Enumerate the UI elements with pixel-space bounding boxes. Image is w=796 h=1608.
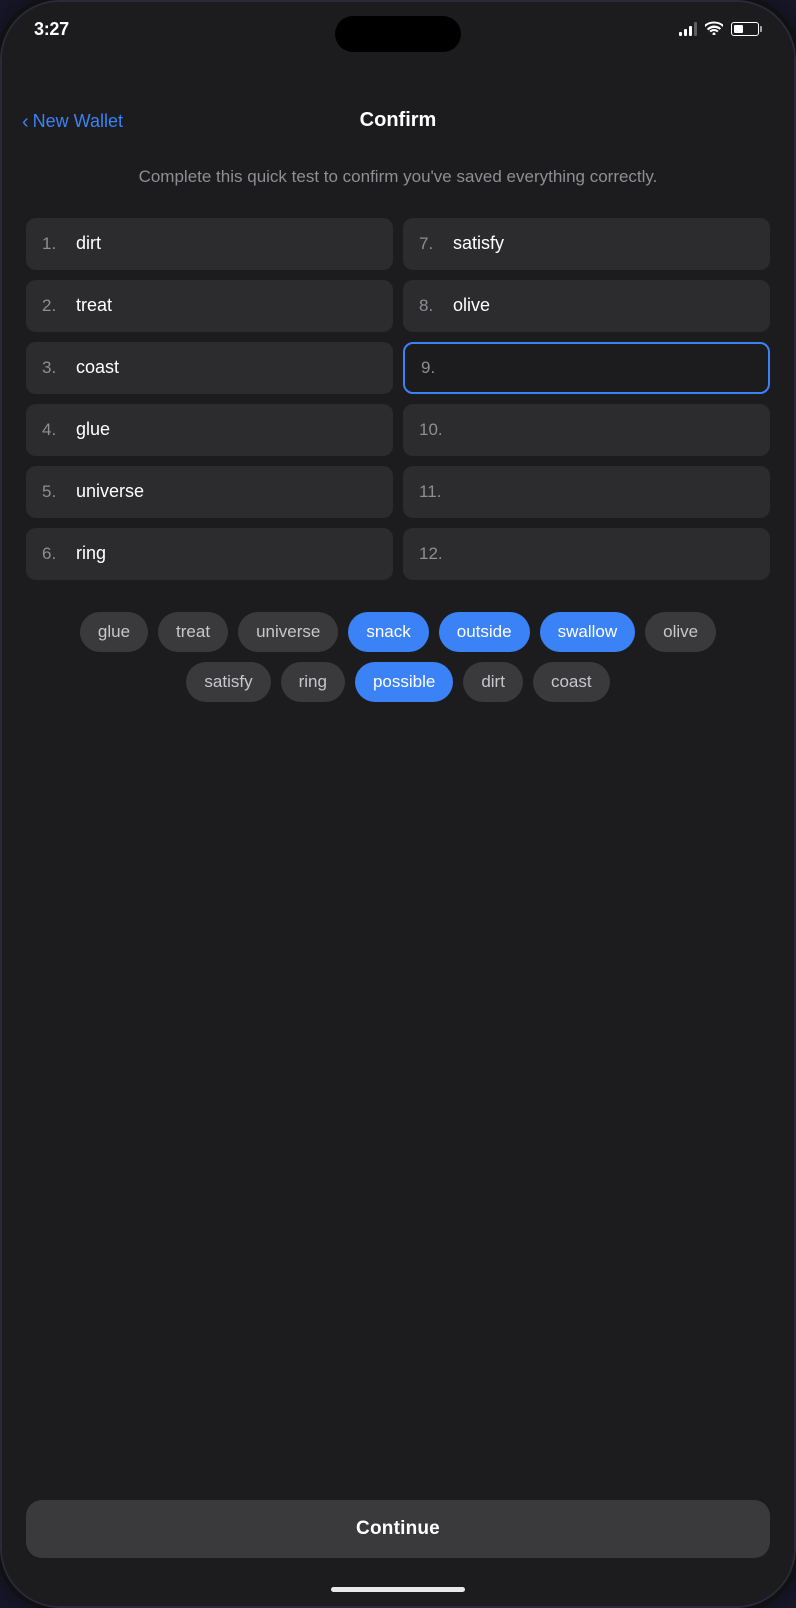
phone-frame: 3:27: [0, 0, 796, 1608]
screen: 3:27: [2, 2, 794, 1606]
word-chip[interactable]: treat: [158, 612, 228, 652]
battery-icon: [731, 22, 762, 36]
word-text: coast: [76, 357, 119, 378]
word-cell: 7. satisfy: [403, 218, 770, 270]
word-cell: 8. olive: [403, 280, 770, 332]
words-grid: 1. dirt 7. satisfy 2. treat 8. olive 3. coast 9. 4…: [26, 218, 770, 580]
dynamic-island: [335, 16, 461, 52]
signal-icon: [679, 22, 697, 36]
back-label: New Wallet: [33, 111, 123, 132]
word-number: 7.: [419, 234, 445, 254]
word-number: 6.: [42, 544, 68, 564]
word-text: treat: [76, 295, 112, 316]
word-number: 10.: [419, 420, 445, 440]
word-cell[interactable]: 9.: [403, 342, 770, 394]
word-number: 12.: [419, 544, 445, 564]
word-text: dirt: [76, 233, 101, 254]
back-button[interactable]: ‹ New Wallet: [22, 111, 123, 132]
word-chip[interactable]: ring: [281, 662, 345, 702]
word-cell: 3. coast: [26, 342, 393, 394]
wifi-icon: [705, 21, 723, 38]
word-text: satisfy: [453, 233, 504, 254]
word-text: glue: [76, 419, 110, 440]
status-bar: 3:27: [2, 2, 794, 56]
home-indicator: [331, 1587, 465, 1592]
word-number: 8.: [419, 296, 445, 316]
word-chip[interactable]: possible: [355, 662, 453, 702]
back-chevron-icon: ‹: [22, 112, 29, 132]
word-chip[interactable]: olive: [645, 612, 716, 652]
word-chip[interactable]: universe: [238, 612, 338, 652]
word-cell: 5. universe: [26, 466, 393, 518]
word-chip[interactable]: dirt: [463, 662, 523, 702]
word-number: 5.: [42, 482, 68, 502]
nav-title: Confirm: [360, 109, 437, 132]
status-icons: [679, 21, 762, 38]
word-cell: 4. glue: [26, 404, 393, 456]
word-cell: 6. ring: [26, 528, 393, 580]
subtitle-text: Complete this quick test to confirm you'…: [26, 164, 770, 190]
word-cell[interactable]: 12.: [403, 528, 770, 580]
word-number: 9.: [421, 358, 447, 378]
word-cell: 1. dirt: [26, 218, 393, 270]
nav-bar: ‹ New Wallet Confirm: [2, 56, 794, 144]
status-time: 3:27: [34, 19, 69, 40]
word-text: universe: [76, 481, 144, 502]
word-cell[interactable]: 11.: [403, 466, 770, 518]
word-number: 4.: [42, 420, 68, 440]
word-chip[interactable]: swallow: [540, 612, 636, 652]
continue-button[interactable]: Continue: [26, 1500, 770, 1558]
word-number: 1.: [42, 234, 68, 254]
word-number: 2.: [42, 296, 68, 316]
chips-container: gluetreatuniversesnack outsideswallowoliv…: [26, 612, 770, 702]
word-cell[interactable]: 10.: [403, 404, 770, 456]
word-chip[interactable]: coast: [533, 662, 610, 702]
word-chip[interactable]: glue: [80, 612, 148, 652]
word-number: 3.: [42, 358, 68, 378]
word-text: olive: [453, 295, 490, 316]
word-number: 11.: [419, 482, 445, 502]
word-chip[interactable]: satisfy: [186, 662, 270, 702]
word-chip[interactable]: outside: [439, 612, 530, 652]
word-chip[interactable]: snack: [348, 612, 428, 652]
main-content: Complete this quick test to confirm you'…: [2, 144, 794, 1484]
word-cell: 2. treat: [26, 280, 393, 332]
word-text: ring: [76, 543, 106, 564]
